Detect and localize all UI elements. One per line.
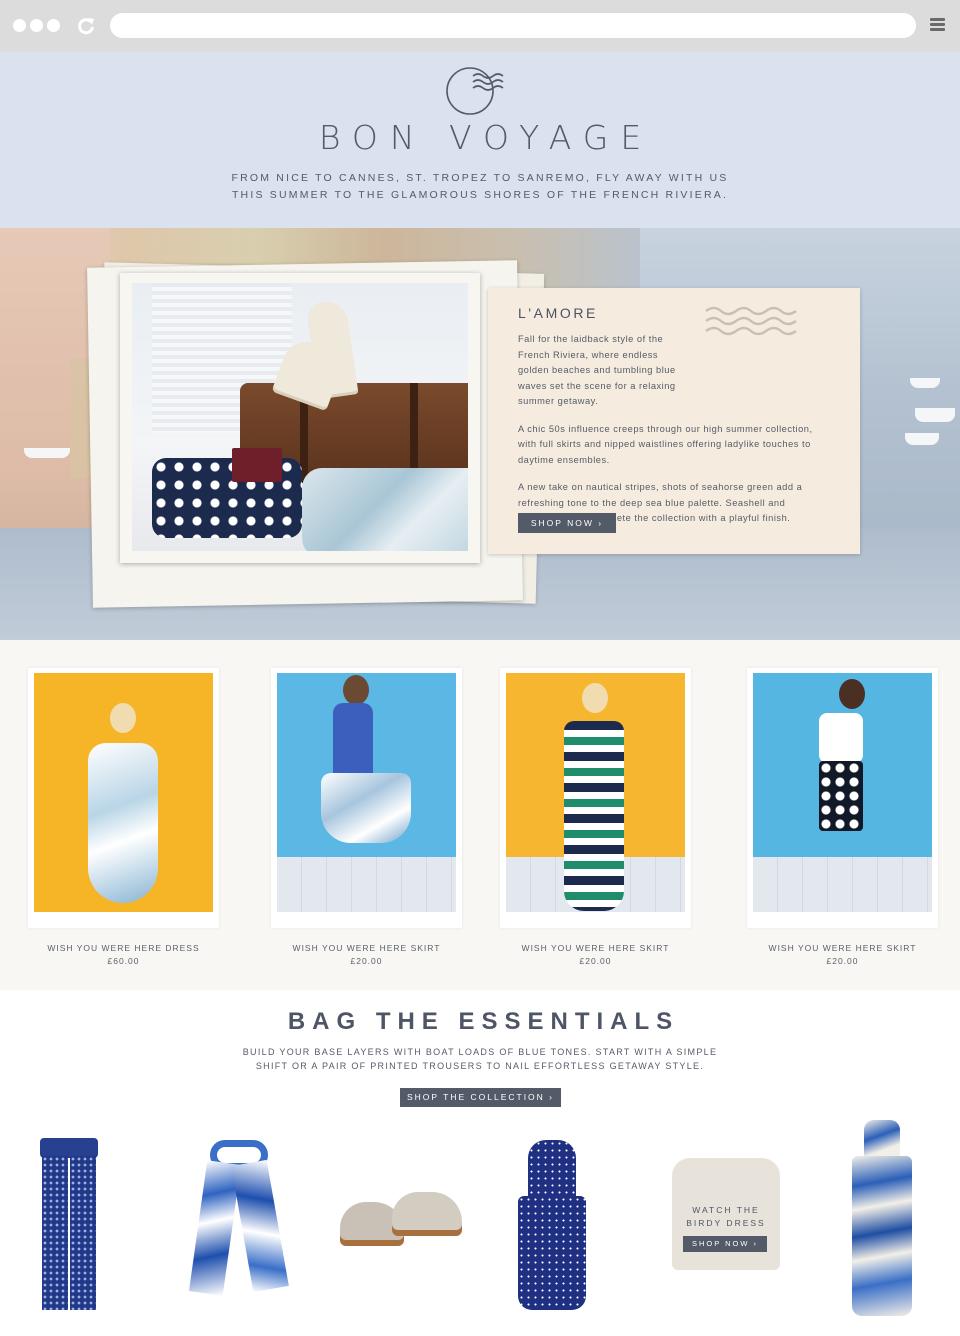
hero-tagline-line: THIS SUMMER TO THE GLAMOROUS SHORES OF T… <box>231 189 729 201</box>
product-label: WISH YOU WERE HERE SKIRT £20.00 <box>500 942 691 968</box>
featured-products: WISH YOU WERE HERE DRESS £60.00 WISH YOU… <box>0 640 960 990</box>
reload-icon[interactable] <box>76 16 96 36</box>
product-image[interactable] <box>506 673 685 912</box>
watch-promo-line: BIRDY DRESS <box>686 1218 766 1228</box>
product-label: WISH YOU WERE HERE SKIRT £20.00 <box>271 942 462 968</box>
essentials-subtitle-line: BUILD YOUR BASE LAYERS WITH BOAT LOADS O… <box>242 1047 718 1057</box>
product-name[interactable]: WISH YOU WERE HERE DRESS <box>28 942 219 955</box>
suitcase-shoes-photo <box>132 283 468 551</box>
hamburger-menu-icon[interactable] <box>930 18 945 32</box>
navy-shift-dress-item[interactable] <box>518 1140 586 1310</box>
watch-promo-line: WATCH THE <box>692 1205 760 1215</box>
window-dot-icon[interactable] <box>13 19 26 32</box>
postcard-paragraph: A chic 50s influence creeps through our … <box>518 423 813 465</box>
product-card[interactable] <box>500 668 691 928</box>
essentials-subtitle: BUILD YOUR BASE LAYERS WITH BOAT LOADS O… <box>0 1045 960 1073</box>
essentials-title: BAG THE ESSENTIALS <box>287 1008 680 1035</box>
postcard-title: L'AMORE <box>518 305 598 321</box>
boat <box>24 448 70 458</box>
essentials-subtitle-line: SHIFT OR A PAIR OF PRINTED TROUSERS TO N… <box>255 1061 705 1071</box>
printed-trousers-item[interactable] <box>40 1138 98 1310</box>
product-name[interactable]: WISH YOU WERE HERE SKIRT <box>271 942 462 955</box>
boat <box>915 408 955 422</box>
boat <box>905 433 939 445</box>
product-card[interactable] <box>271 668 462 928</box>
postcard-text: Fall for the laidback style of the Frenc… <box>518 332 828 539</box>
product-image[interactable] <box>277 673 456 912</box>
suede-brogues-item[interactable] <box>340 1192 464 1250</box>
address-bar[interactable] <box>110 13 916 38</box>
product-card[interactable] <box>747 668 938 928</box>
postcard-panel: L'AMORE Fall for the laidback style of t… <box>488 288 860 554</box>
hero-header: BON VOYAGE FROM NICE TO CANNES, ST. TROP… <box>0 52 960 228</box>
hero-tagline-line: FROM NICE TO CANNES, ST. TROPEZ TO SANRE… <box>231 172 729 184</box>
product-image[interactable] <box>34 673 213 912</box>
product-card[interactable] <box>28 668 219 928</box>
polaroid-frame <box>120 273 480 563</box>
product-price: £60.00 <box>107 956 140 966</box>
boat <box>910 378 940 388</box>
watch-promo-text: WATCH THE BIRDY DRESS <box>672 1204 780 1230</box>
brand-title: BON VOYAGE <box>318 118 654 157</box>
folded-floral-fabric <box>302 468 468 551</box>
passport <box>232 448 282 482</box>
airmail-stamp-logo-icon <box>446 67 504 115</box>
product-price: £20.00 <box>579 956 612 966</box>
product-label: WISH YOU WERE HERE DRESS £60.00 <box>28 942 219 968</box>
birdy-dress-promo[interactable]: WATCH THE BIRDY DRESS SHOP NOW › <box>672 1158 780 1270</box>
browser-chrome <box>0 0 960 52</box>
product-price: £20.00 <box>826 956 859 966</box>
product-name[interactable]: WISH YOU WERE HERE SKIRT <box>747 942 938 955</box>
product-price: £20.00 <box>350 956 383 966</box>
product-image[interactable] <box>753 673 932 912</box>
floral-scarf-item[interactable] <box>188 1140 289 1296</box>
shop-now-button[interactable]: SHOP NOW › <box>518 513 616 533</box>
riviera-hero-image: L'AMORE Fall for the laidback style of t… <box>0 228 960 640</box>
product-name[interactable]: WISH YOU WERE HERE SKIRT <box>500 942 691 955</box>
postcard-paragraph: Fall for the laidback style of the Frenc… <box>518 334 676 406</box>
watch-shop-now-button[interactable]: SHOP NOW › <box>683 1236 767 1252</box>
product-label: WISH YOU WERE HERE SKIRT £20.00 <box>747 942 938 968</box>
shop-the-collection-button[interactable]: SHOP THE COLLECTION › <box>400 1088 561 1107</box>
hero-tagline: FROM NICE TO CANNES, ST. TROPEZ TO SANRE… <box>0 170 960 204</box>
window-dot-icon[interactable] <box>47 19 60 32</box>
floral-maxi-dress-item[interactable] <box>852 1120 912 1316</box>
window-dot-icon[interactable] <box>30 19 43 32</box>
